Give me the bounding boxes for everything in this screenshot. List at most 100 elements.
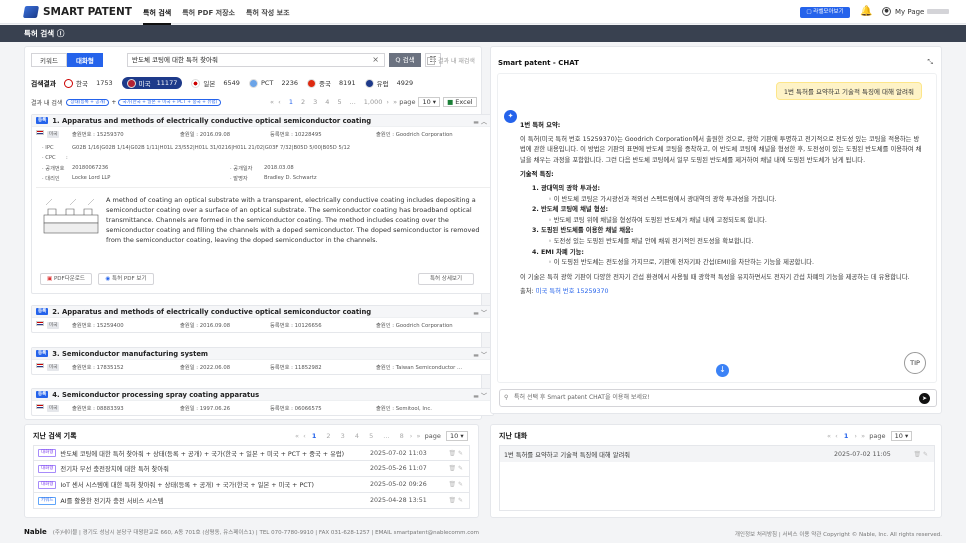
country-jp[interactable]: 일본 6549 bbox=[191, 78, 240, 88]
last-page-icon[interactable]: » bbox=[393, 98, 397, 106]
result-card[interactable]: 등록 3. Semiconductor manufacturing system ▬… bbox=[31, 347, 494, 375]
bell-icon[interactable]: 🔔 bbox=[860, 6, 872, 17]
result-title[interactable]: 4. Semiconductor processing spray coatin… bbox=[52, 391, 259, 399]
country-pct[interactable]: PCT 2236 bbox=[248, 78, 298, 88]
collapse-icon[interactable]: ▬ ︿ bbox=[473, 117, 487, 126]
country-eu[interactable]: 유럽 4929 bbox=[364, 78, 413, 88]
history-date: 2025-05-02 09:26 bbox=[370, 481, 427, 488]
page-2[interactable]: 2 bbox=[326, 432, 330, 440]
result-header[interactable]: 등록 2. Apparatus and methods of electrical… bbox=[32, 306, 493, 318]
prev-page-icon[interactable]: ‹ bbox=[303, 432, 306, 440]
page-last[interactable]: 8 bbox=[400, 432, 404, 440]
footer-info: (주)네이블 | 경기도 성남시 분당구 대왕판교로 660, A동 701호 … bbox=[52, 530, 479, 536]
last-page-icon[interactable]: » bbox=[861, 432, 865, 440]
history-row[interactable]: 키워드 AI를 활용한 전기차 충전 서비스 시스템 2025-04-28 13:5… bbox=[33, 493, 470, 509]
flag-jp-icon bbox=[191, 78, 201, 88]
tip-button[interactable]: TIP bbox=[904, 352, 926, 374]
expand-icon[interactable]: ⤡ bbox=[927, 58, 933, 67]
username-blurred bbox=[927, 9, 950, 14]
history-query: AI를 활용한 전기차 충전 서비스 시스템 bbox=[60, 498, 164, 505]
pdf-download-button[interactable]: ▣ PDF다운로드 bbox=[40, 273, 92, 285]
delete-edit-icons[interactable]: 🗑 ✎ bbox=[448, 450, 463, 457]
applicant: 출원인 : Goodrich Corporation bbox=[376, 132, 453, 138]
history-row[interactable]: 대화형 반도체 코팅에 대한 특허 찾아줘 + 상태(등록 + 공개) + 국가(… bbox=[33, 445, 470, 461]
first-page-icon[interactable]: « bbox=[827, 432, 831, 440]
page-size-value: 10 bbox=[422, 98, 431, 106]
mode-keyword-tab[interactable]: 키워드 bbox=[31, 53, 67, 67]
nav-pdf-storage[interactable]: 특허 PDF 저장소 bbox=[182, 8, 235, 25]
detail-button[interactable]: 특허 상세보기 bbox=[418, 273, 474, 285]
search-input[interactable]: 반도체 코팅에 대한 특허 찾아줘 × bbox=[127, 53, 385, 67]
chat-history-pager: « ‹ 1 › » page 10 ▾ bbox=[827, 431, 913, 441]
country-cn[interactable]: 중국 8191 bbox=[307, 78, 356, 88]
page-1[interactable]: 1 bbox=[289, 98, 293, 106]
nav-writing-assist[interactable]: 특허 작성 보조 bbox=[246, 8, 290, 25]
page-3[interactable]: 3 bbox=[341, 432, 345, 440]
next-page-icon[interactable]: › bbox=[854, 432, 857, 440]
history-title: 지난 검색 기록 bbox=[33, 432, 77, 440]
page-1[interactable]: 1 bbox=[844, 432, 849, 440]
expand-icon[interactable]: ▬ ﹀ bbox=[473, 350, 487, 359]
footer-links[interactable]: 개인정보 처리방침 | 서비스 이용 약관 Copyright © Nable,… bbox=[735, 530, 942, 538]
page-5[interactable]: 5 bbox=[369, 432, 373, 440]
page-4[interactable]: 4 bbox=[325, 98, 329, 106]
pdf-view-button[interactable]: ◉ 특허 PDF 보기 bbox=[98, 273, 154, 285]
mode-chat-tab[interactable]: 대화형 bbox=[66, 53, 103, 67]
result-header[interactable]: 등록 4. Semiconductor processing spray coat… bbox=[32, 389, 493, 401]
result-title[interactable]: 3. Semiconductor manufacturing system bbox=[52, 350, 208, 358]
ipc-value: G02B 1/16|G02B 1/14|G02B 1/11|H01L 23/55… bbox=[72, 145, 351, 151]
result-header[interactable]: 등록 1. Apparatus and methods of electrical… bbox=[32, 115, 493, 127]
help-icon[interactable]: ⓘ bbox=[57, 29, 65, 38]
country-kr[interactable]: 한국 1753 bbox=[64, 78, 113, 88]
country-name: 일본 bbox=[203, 80, 216, 88]
result-card[interactable]: 등록 2. Apparatus and methods of electrical… bbox=[31, 305, 494, 333]
next-page-icon[interactable]: › bbox=[386, 98, 389, 106]
within-checkbox[interactable] bbox=[427, 56, 435, 65]
expand-icon[interactable]: ▬ ﹀ bbox=[473, 308, 487, 317]
page-5[interactable]: 5 bbox=[337, 98, 341, 106]
within-search[interactable]: 결과 내 재검색 bbox=[427, 56, 475, 65]
expand-icon[interactable]: ▬ ﹀ bbox=[473, 391, 487, 400]
send-icon[interactable]: ➤ bbox=[919, 393, 930, 404]
country-us[interactable]: 미국 11177 bbox=[121, 77, 183, 89]
result-title[interactable]: 1. Apparatus and methods of electrically… bbox=[52, 117, 371, 125]
chip-country[interactable]: 국가(한국 + 일본 + 미국 + PCT + 중국 + 유럽) bbox=[118, 99, 222, 106]
history-row[interactable]: 대화형 전기차 무선 충전장치에 대한 특허 찾아줘 2025-05-26 11:0… bbox=[33, 461, 470, 477]
result-card[interactable]: 등록 1. Apparatus and methods of electrical… bbox=[31, 114, 494, 294]
logo[interactable]: SMART PATENT bbox=[22, 6, 132, 18]
scroll-down-icon[interactable]: ↓ bbox=[716, 364, 729, 377]
page-1[interactable]: 1 bbox=[312, 432, 317, 440]
page-size-select[interactable]: 10 ▾ bbox=[445, 431, 468, 441]
first-page-icon[interactable]: « bbox=[270, 98, 274, 106]
source-link[interactable]: 미국 특허 번호 15259370 bbox=[536, 288, 609, 295]
clear-icon[interactable]: × bbox=[372, 54, 379, 66]
nav-patent-search[interactable]: 특허 검색 bbox=[143, 8, 172, 25]
label-view-button[interactable]: ▢ 라벨모아보기 bbox=[800, 7, 850, 18]
search-button[interactable]: Q 검색 bbox=[389, 53, 421, 67]
page-last[interactable]: 1,000 bbox=[364, 98, 383, 106]
last-page-icon[interactable]: » bbox=[417, 432, 421, 440]
page-size-select[interactable]: 10 ▾ bbox=[890, 431, 913, 441]
result-header[interactable]: 등록 3. Semiconductor manufacturing system ▬… bbox=[32, 348, 493, 360]
excel-button[interactable]: ■ Excel bbox=[443, 97, 477, 107]
result-title[interactable]: 2. Apparatus and methods of electrically… bbox=[52, 308, 371, 316]
delete-edit-icons[interactable]: 🗑 ✎ bbox=[913, 451, 928, 458]
prev-page-icon[interactable]: ‹ bbox=[835, 432, 838, 440]
history-row[interactable]: 대화형 IoT 센서 시스템에 대한 특허 찾아줘 + 상태(등록 + 공개) +… bbox=[33, 477, 470, 493]
delete-edit-icons[interactable]: 🗑 ✎ bbox=[448, 465, 463, 472]
page-size-select[interactable]: 10 ▾ bbox=[418, 97, 441, 107]
page-4[interactable]: 4 bbox=[355, 432, 359, 440]
first-page-icon[interactable]: « bbox=[295, 432, 299, 440]
next-page-icon[interactable]: › bbox=[410, 432, 413, 440]
page-2[interactable]: 2 bbox=[301, 98, 305, 106]
mypage-link[interactable]: ● My Page bbox=[882, 7, 950, 16]
page-3[interactable]: 3 bbox=[313, 98, 317, 106]
prev-page-icon[interactable]: ‹ bbox=[278, 98, 281, 106]
chat-input[interactable]: ⚲ 특허 선택 후 Smart patent CHAT을 이용해 보세요! ➤ bbox=[499, 389, 937, 407]
attach-icon[interactable]: ⚲ bbox=[504, 390, 508, 406]
delete-edit-icons[interactable]: 🗑 ✎ bbox=[448, 481, 463, 488]
chip-status[interactable]: 상태(등록 + 공개) bbox=[66, 99, 110, 106]
chat-history-row[interactable]: 1번 특허를 요약하고 기술적 특징에 대해 알려줘 2025-07-02 11:… bbox=[500, 446, 934, 462]
result-card[interactable]: 등록 4. Semiconductor processing spray coat… bbox=[31, 388, 494, 416]
delete-edit-icons[interactable]: 🗑 ✎ bbox=[448, 497, 463, 504]
